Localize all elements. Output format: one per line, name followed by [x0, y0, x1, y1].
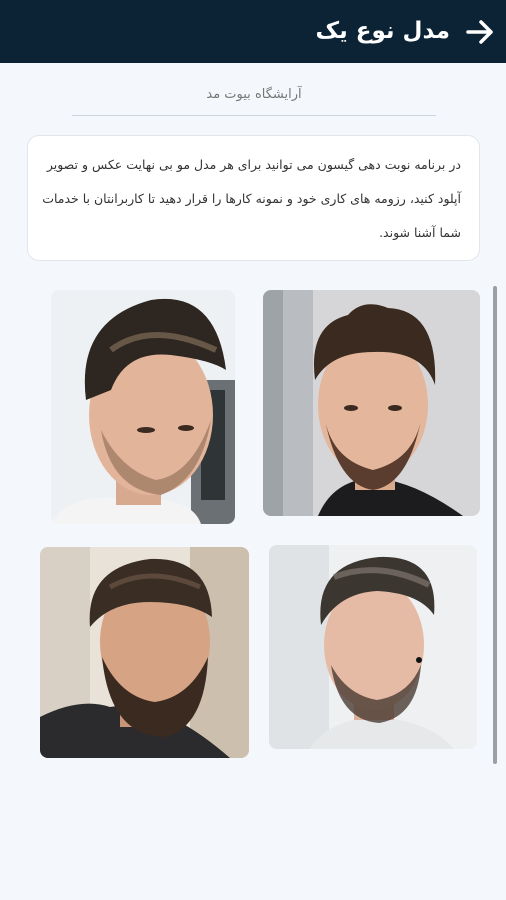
description-card: در برنامه نوبت دهی گیسون می توانید برای … [27, 135, 480, 261]
back-button[interactable] [464, 16, 496, 48]
haircut-photo-3[interactable] [40, 547, 249, 758]
haircut-photo-1[interactable] [263, 290, 480, 516]
page-title: مدل نوع یک [315, 18, 450, 44]
arrow-right-icon [466, 20, 493, 44]
divider [72, 115, 436, 116]
description-text: در برنامه نوبت دهی گیسون می توانید برای … [42, 157, 461, 240]
salon-name: آرایشگاه بیوت مد [206, 87, 302, 102]
app-bar: مدل نوع یک [0, 0, 506, 63]
haircut-photo-2[interactable] [51, 290, 235, 524]
scrollbar[interactable] [493, 286, 497, 764]
haircut-photo-4[interactable] [269, 545, 477, 749]
